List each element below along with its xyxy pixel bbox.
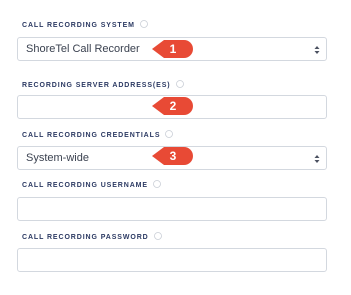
callout-marker-3-number: 3 (169, 149, 177, 163)
call-recording-password-input[interactable] (17, 248, 327, 272)
info-circle-icon[interactable] (153, 180, 161, 188)
call-recording-password-label-text: CALL RECORDING PASSWORD (22, 234, 149, 241)
callout-marker-1: 1 (152, 39, 194, 59)
callout-marker-2-number: 2 (169, 99, 177, 113)
call-recording-username-input[interactable] (17, 197, 327, 221)
info-circle-icon[interactable] (175, 80, 184, 88)
call-recording-username-label: CALL RECORDING USERNAME (22, 180, 161, 192)
call-recording-credentials-label: CALL RECORDING CREDENTIALS (22, 130, 174, 142)
call-recording-password-label: CALL RECORDING PASSWORD (22, 232, 162, 244)
call-recording-username-label-text: CALL RECORDING USERNAME (22, 182, 148, 189)
recording-server-address-label: RECORDING SERVER ADDRESS(ES) (22, 80, 184, 92)
call-recording-credentials-label-text: CALL RECORDING CREDENTIALS (22, 132, 161, 139)
callout-marker-2: 2 (152, 96, 194, 116)
call-recording-system-label-text: CALL RECORDING SYSTEM (22, 22, 135, 29)
call-recording-credentials-value: System-wide (26, 152, 89, 164)
recording-server-address-label-text: RECORDING SERVER ADDRESS(ES) (22, 82, 171, 89)
call-recording-system-label: CALL RECORDING SYSTEM (22, 20, 148, 32)
up-down-caret-icon (314, 155, 320, 163)
info-circle-icon[interactable] (153, 232, 162, 240)
info-circle-icon[interactable] (139, 20, 148, 28)
call-recording-form: CALL RECORDING SYSTEM ShoreTel Call Reco… (0, 0, 351, 295)
info-circle-icon[interactable] (165, 130, 174, 138)
up-down-caret-icon (314, 46, 320, 54)
callout-marker-3: 3 (152, 146, 194, 166)
call-recording-system-value: ShoreTel Call Recorder (26, 43, 140, 55)
callout-marker-1-number: 1 (169, 42, 177, 56)
